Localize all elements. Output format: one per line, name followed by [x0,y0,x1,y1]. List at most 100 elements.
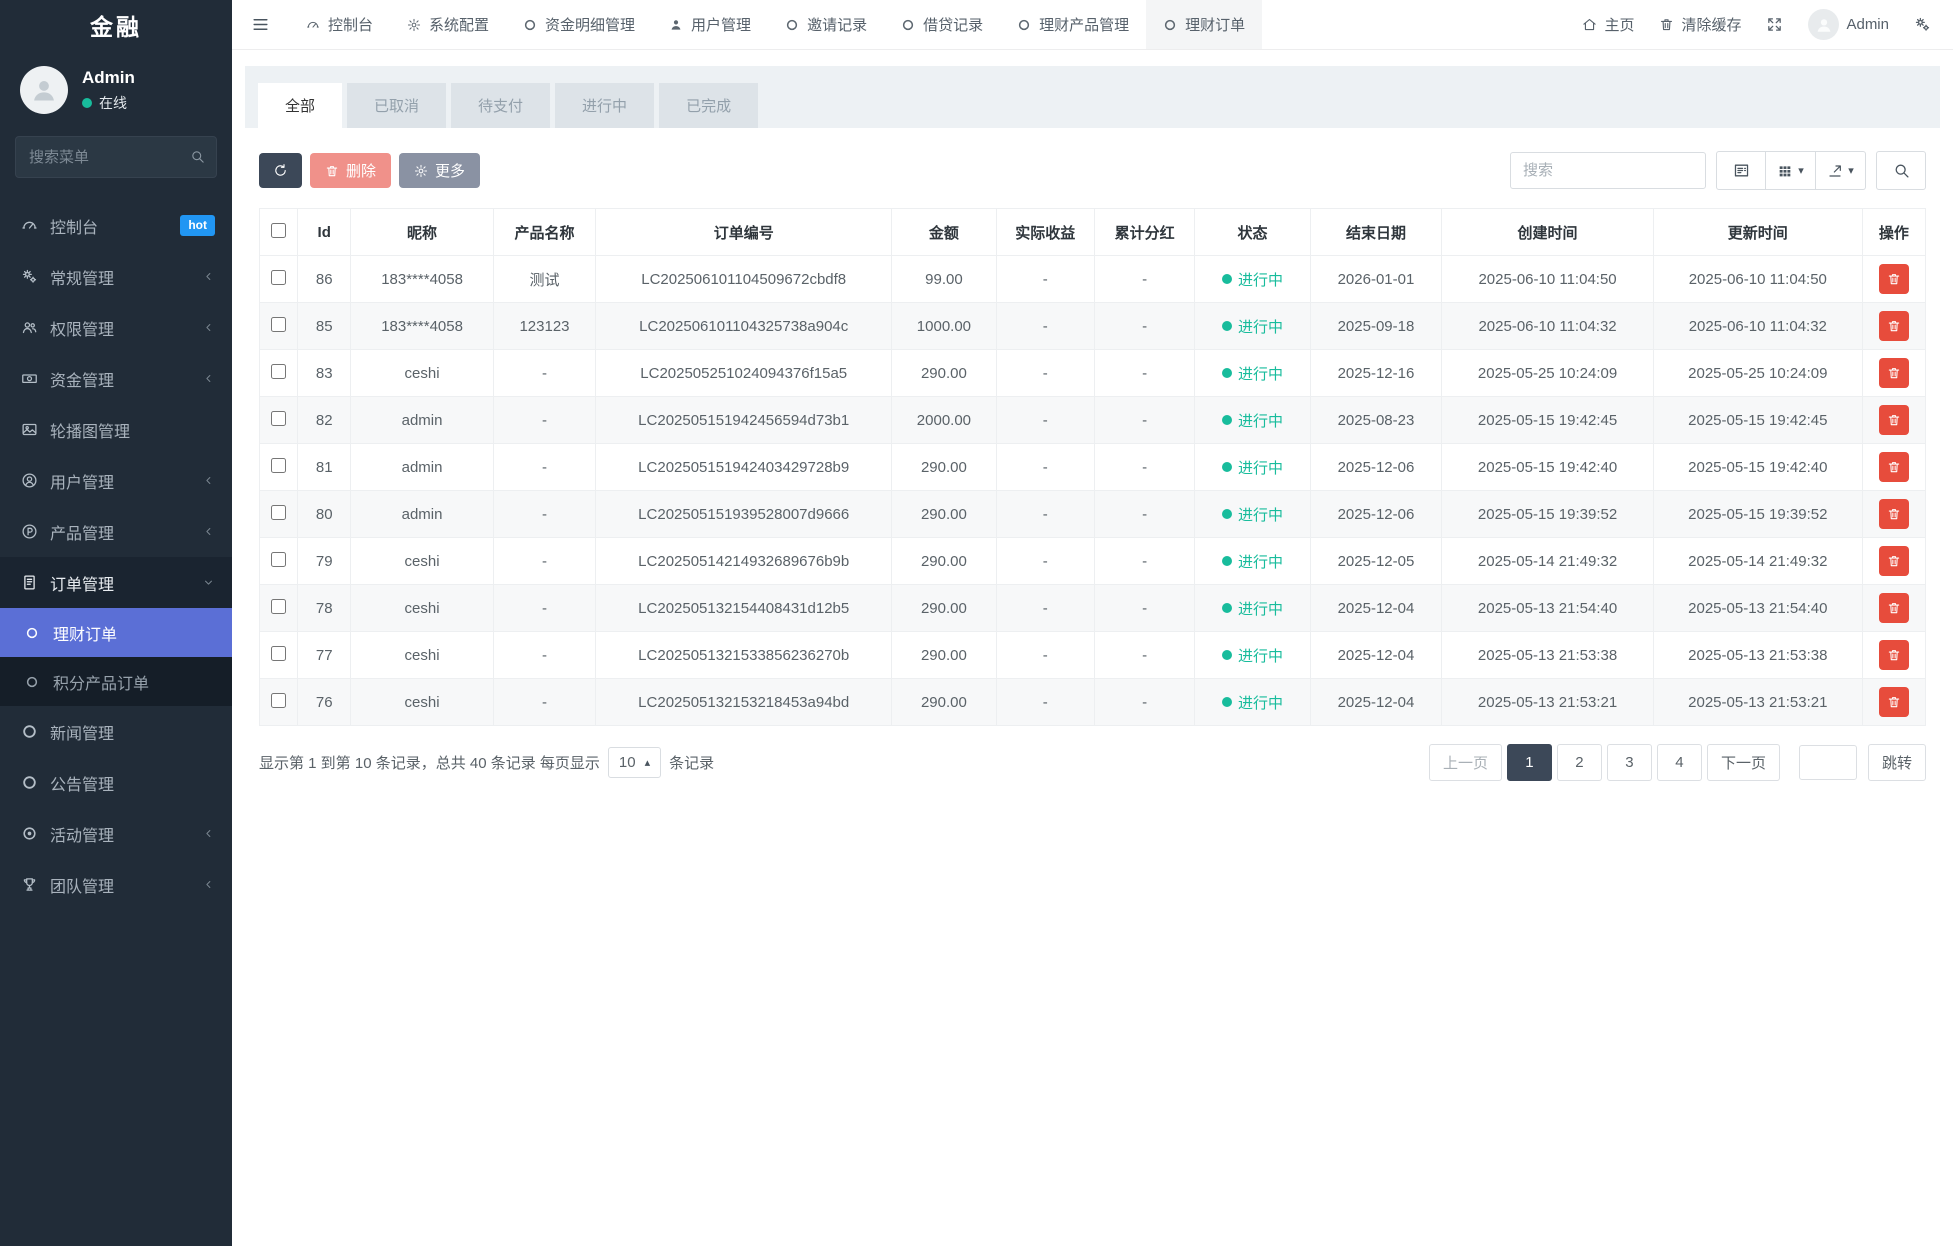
row-checkbox[interactable] [271,270,286,285]
row-checkbox[interactable] [271,646,286,661]
sidebar-item-products[interactable]: 产品管理 [0,506,232,557]
cell-id: 76 [298,679,351,726]
page-size-select[interactable]: 10 ▴ [608,747,661,778]
chevron-left-icon [202,270,215,283]
page-button-4[interactable]: 4 [1657,744,1702,781]
export-button[interactable]: ▾ [1816,151,1866,190]
row-checkbox[interactable] [271,552,286,567]
sidebar-item-funds[interactable]: 资金管理 [0,353,232,404]
ring-icon [1163,18,1177,32]
sidebar-item-licai-orders[interactable]: 理财订单 [0,608,232,657]
cell-nickname: ceshi [351,679,494,726]
sidebar-item-activity[interactable]: 活动管理 [0,808,232,859]
topbar-tab-console[interactable]: 控制台 [289,0,390,49]
cell-nickname: 183****4058 [351,303,494,350]
filter-tab-2[interactable]: 待支付 [451,83,550,128]
row-checkbox[interactable] [271,317,286,332]
search-button[interactable] [1876,151,1926,190]
sidebar-item-team[interactable]: 团队管理 [0,859,232,910]
topbar-tab-product-mgmt[interactable]: 理财产品管理 [1000,0,1146,49]
sidebar-item-general[interactable]: 常规管理 [0,251,232,302]
sidebar-item-points-orders[interactable]: 积分产品订单 [0,657,232,706]
delete-button[interactable]: 删除 [310,153,391,188]
row-delete-button[interactable] [1879,687,1909,717]
table-search-input[interactable] [1510,152,1706,189]
status-badge: 进行中 [1222,269,1283,290]
page-jump-button[interactable]: 跳转 [1868,744,1926,781]
topbar-tab-invite-log[interactable]: 邀请记录 [768,0,884,49]
row-checkbox[interactable] [271,364,286,379]
sidebar-item-news[interactable]: 新闻管理 [0,706,232,757]
columns-button[interactable]: ▾ [1766,151,1816,190]
fullscreen-button[interactable] [1766,16,1783,33]
refresh-button[interactable] [259,153,302,188]
cell-order-no: LC20250514214932689676b9b [596,538,892,585]
cell-end-date: 2025-12-04 [1310,679,1441,726]
row-delete-button[interactable] [1879,546,1909,576]
settings-button[interactable] [1914,16,1931,33]
row-checkbox[interactable] [271,693,286,708]
row-checkbox[interactable] [271,458,286,473]
filter-tab-4[interactable]: 已完成 [659,83,758,128]
row-delete-button[interactable] [1879,311,1909,341]
sidebar-item-orders[interactable]: 订单管理 [0,557,232,608]
topbar-tab-user-mgmt[interactable]: 用户管理 [652,0,768,49]
row-delete-button[interactable] [1879,264,1909,294]
cell-product: - [493,491,595,538]
row-delete-button[interactable] [1879,358,1909,388]
cell-end-date: 2025-12-06 [1310,491,1441,538]
cell-order-no: LC202505132154408431d12b5 [596,585,892,632]
status-dot-icon [1222,650,1232,660]
row-delete-button[interactable] [1879,452,1909,482]
user-circle-icon [17,472,41,489]
status-badge: 进行中 [1222,551,1283,572]
row-delete-button[interactable] [1879,593,1909,623]
filter-tab-0[interactable]: 全部 [258,83,342,128]
row-delete-button[interactable] [1879,640,1909,670]
filter-tab-1[interactable]: 已取消 [347,83,446,128]
hamburger-menu-icon[interactable] [232,0,289,49]
user-menu[interactable]: Admin [1808,9,1889,40]
row-delete-button[interactable] [1879,499,1909,529]
sidebar-item-banner[interactable]: 轮播图管理 [0,404,232,455]
topbar-tab-fund-detail[interactable]: 资金明细管理 [506,0,652,49]
detail-view-button[interactable] [1716,151,1766,190]
menu-search-input[interactable] [15,136,217,178]
row-delete-button[interactable] [1879,405,1909,435]
status-filter-tabs: 全部已取消待支付进行中已完成 [245,66,1940,128]
sidebar-item-auth[interactable]: 权限管理 [0,302,232,353]
topbar-tab-licai-orders[interactable]: 理财订单 [1146,0,1262,49]
filter-tab-3[interactable]: 进行中 [555,83,654,128]
cell-updated-at: 2025-05-14 21:49:32 [1653,538,1862,585]
topbar-tab-system-config[interactable]: 系统配置 [390,0,506,49]
cell-order-no: LC202505132153218453a94bd [596,679,892,726]
cell-amount: 290.00 [892,585,996,632]
panel-body: 删除 更多 ▾ ▾ Id昵称产品名称 [245,128,1940,791]
row-checkbox[interactable] [271,599,286,614]
page-jump-input[interactable] [1799,745,1857,780]
cell-total-dividend: - [1094,679,1194,726]
page-button-1[interactable]: 1 [1507,744,1552,781]
more-button[interactable]: 更多 [399,153,480,188]
chevron-left-icon [202,321,215,334]
next-page-button[interactable]: 下一页 [1707,744,1780,781]
clear-cache-link[interactable]: 清除缓存 [1659,14,1741,35]
row-checkbox[interactable] [271,505,286,520]
sidebar-item-notice[interactable]: 公告管理 [0,757,232,808]
sidebar-item-users[interactable]: 用户管理 [0,455,232,506]
topbar-tab-loan-log[interactable]: 借贷记录 [884,0,1000,49]
sidebar-item-console[interactable]: 控制台hot [0,200,232,251]
person-icon [1815,16,1833,34]
prev-page-button[interactable]: 上一页 [1429,744,1502,781]
select-all-checkbox[interactable] [271,223,286,238]
page-button-2[interactable]: 2 [1557,744,1602,781]
cell-id: 77 [298,632,351,679]
cell-nickname: ceshi [351,632,494,679]
menu-search [15,136,217,178]
column-header: 昵称 [351,209,494,256]
search-icon [190,149,205,164]
row-checkbox[interactable] [271,411,286,426]
page-button-3[interactable]: 3 [1607,744,1652,781]
home-icon [1582,17,1597,32]
home-link[interactable]: 主页 [1582,14,1634,35]
